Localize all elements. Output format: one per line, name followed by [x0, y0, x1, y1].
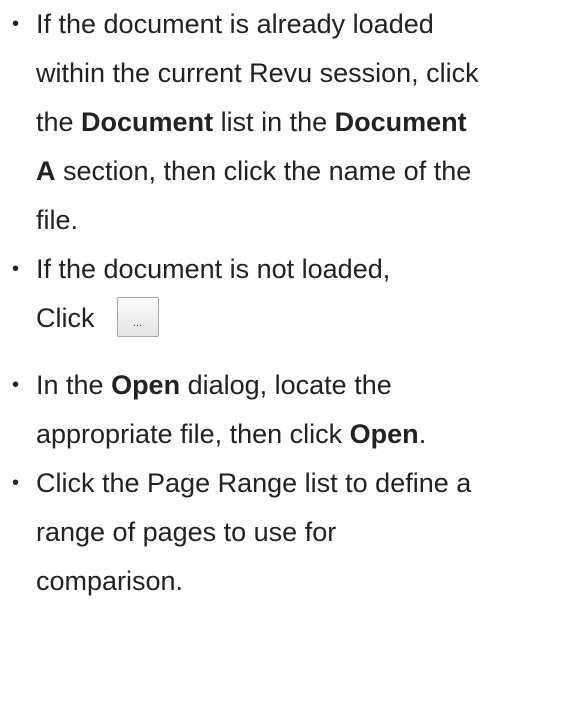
step-text: If the document is already loaded — [36, 9, 434, 39]
step-line: within the current Revu session, click — [36, 49, 564, 98]
steps-list: • If the document is already loaded with… — [0, 0, 564, 606]
step-line: Click... — [36, 294, 564, 343]
step-text: Click — [36, 303, 95, 333]
step-line: the Document list in the Document — [36, 98, 564, 147]
step-text: appropriate file, then click — [36, 419, 350, 449]
step-text: list in the — [213, 107, 335, 137]
step-line: In the Open dialog, locate the — [36, 361, 564, 410]
bullet-marker: • — [12, 472, 20, 494]
bullet-marker: • — [12, 13, 20, 35]
step-text: In the — [36, 370, 112, 400]
instruction-document: • If the document is already loaded with… — [0, 0, 564, 726]
step-text: comparison. — [36, 566, 184, 596]
step-text-bold: A — [36, 156, 56, 186]
step-line: If the document is not loaded, — [36, 245, 564, 294]
step-line: comparison. — [36, 557, 564, 606]
step-text: the — [36, 107, 82, 137]
step-text-bold: Document — [81, 107, 214, 137]
step-item-page-range: • Click the Page Range list to define a … — [0, 459, 564, 606]
step-text: Click the Page Range list to define a — [36, 468, 472, 498]
step-text-bold: Open — [111, 370, 181, 400]
step-text: section, then click the name of the — [55, 156, 472, 186]
step-text-bold: Open — [349, 419, 419, 449]
bullet-marker: • — [12, 258, 20, 280]
step-line: Click the Page Range list to define a — [36, 459, 564, 508]
step-line: range of pages to use for — [36, 508, 564, 557]
step-text-bold: Document — [334, 107, 467, 137]
bullet-marker: • — [12, 374, 20, 396]
step-item-open-dialog: • In the Open dialog, locate the appropr… — [0, 361, 564, 459]
step-item-browse-document: • If the document is not loaded, Click..… — [0, 245, 564, 343]
step-text: range of pages to use for — [36, 517, 337, 547]
step-text: file. — [36, 205, 79, 235]
step-text: If the document is not loaded, — [36, 254, 391, 284]
browse-ellipsis-icon: ... — [132, 316, 143, 329]
step-text: dialog, locate the — [180, 370, 392, 400]
step-line: If the document is already loaded — [36, 0, 564, 49]
step-text: . — [418, 419, 427, 449]
step-line: appropriate file, then click Open. — [36, 410, 564, 459]
step-line: file. — [36, 196, 564, 245]
browse-button[interactable]: ... — [116, 296, 159, 337]
step-item-select-loaded-document: • If the document is already loaded with… — [0, 0, 564, 245]
step-line: A section, then click the name of the — [36, 147, 564, 196]
step-text: within the current Revu session, click — [36, 58, 479, 88]
